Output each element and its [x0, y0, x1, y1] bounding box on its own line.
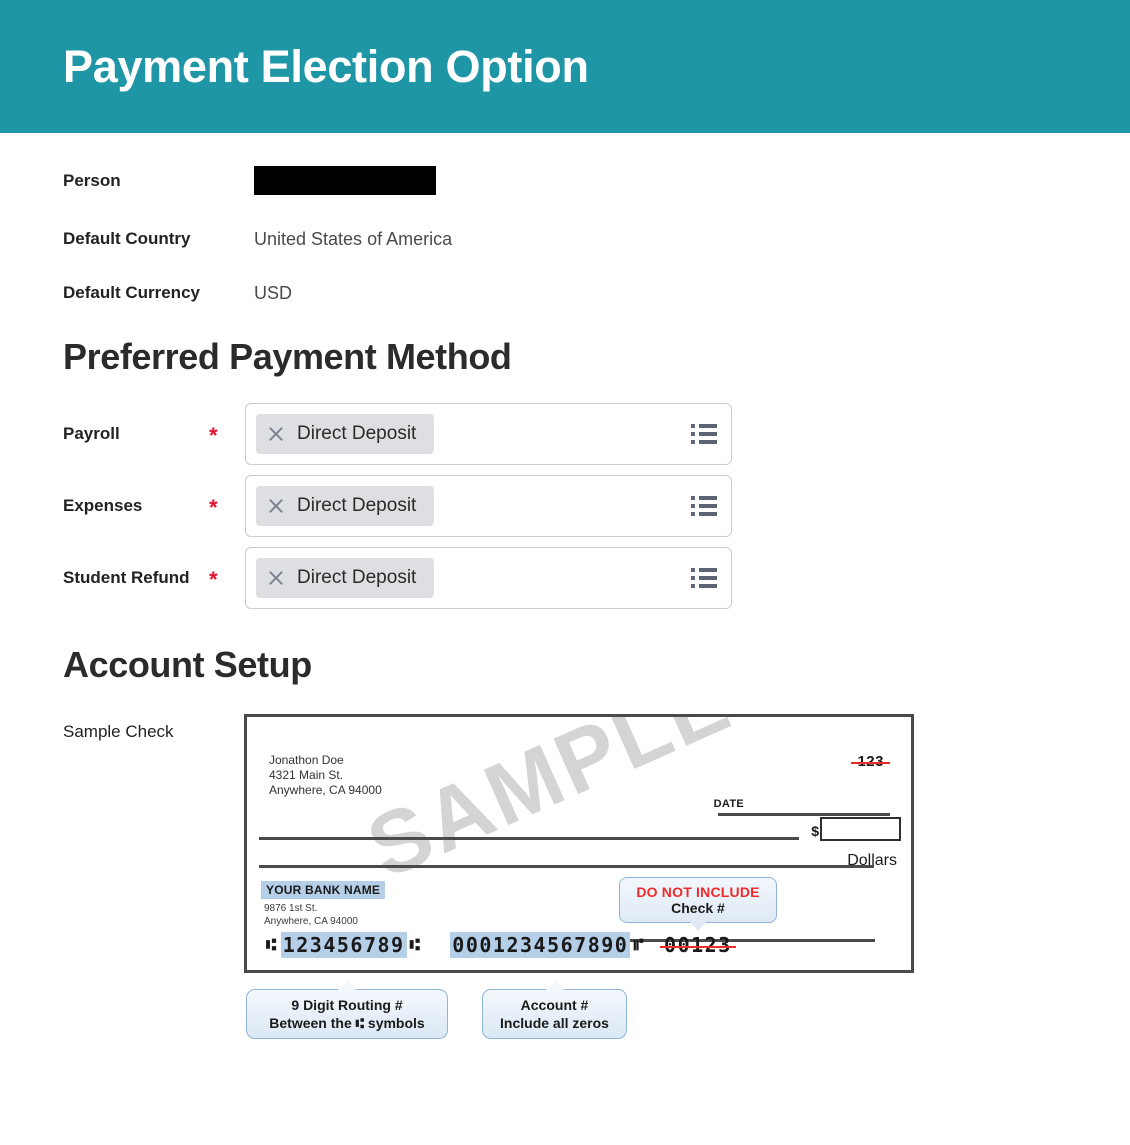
- info-value-default-country: United States of America: [254, 229, 453, 249]
- micr-account-number: 0001234567890: [450, 932, 631, 959]
- check-payee-line: [259, 837, 799, 841]
- required-asterisk-payroll: *: [209, 422, 218, 448]
- info-row-person: Person: [0, 166, 1130, 195]
- micr-onus-symbol: ⑈: [633, 935, 646, 956]
- check-dollar-sign: $: [811, 823, 819, 840]
- check-payer-address: Jonathon Doe 4321 Main St. Anywhere, CA …: [269, 753, 382, 798]
- list-prompt-icon[interactable]: [691, 423, 717, 444]
- chip-label-student-refund: Direct Deposit: [297, 566, 417, 588]
- list-prompt-icon[interactable]: [691, 567, 717, 588]
- check-bottom-callouts: 9 Digit Routing # Between the ⑆ symbols …: [244, 973, 914, 1053]
- info-label-default-currency: Default Currency: [63, 283, 200, 302]
- payment-method-field-student-refund[interactable]: Direct Deposit: [245, 546, 732, 609]
- chip-label-expenses: Direct Deposit: [297, 494, 417, 516]
- bank-street: 9876 1st St.: [264, 903, 318, 915]
- sample-check-wrapper: SAMPLE Jonathon Doe 4321 Main St. Anywhe…: [244, 714, 916, 1053]
- micr-transit-symbol-right: ⑆: [409, 935, 422, 956]
- close-icon[interactable]: [266, 496, 286, 516]
- check-amount-words-line: [259, 865, 874, 869]
- bank-city: Anywhere, CA 94000: [264, 916, 358, 928]
- callout-routing-number: 9 Digit Routing # Between the ⑆ symbols: [246, 981, 448, 1040]
- selected-value-chip-payroll[interactable]: Direct Deposit: [256, 413, 435, 454]
- check-bank-name: YOUR BANK NAME: [261, 881, 386, 900]
- check-micr-line: ⑆ 123456789 ⑆ 0001234567890 ⑈ 00123: [263, 932, 736, 959]
- sample-check-label: Sample Check: [63, 722, 174, 742]
- micr-transit-symbol-left: ⑆: [266, 935, 278, 956]
- callout-do-not-include-check-number: DO NOT INCLUDE Check #: [619, 877, 777, 932]
- selected-value-chip-student-refund[interactable]: Direct Deposit: [256, 557, 435, 598]
- payment-method-label-student-refund: Student Refund: [63, 567, 190, 587]
- info-label-person: Person: [63, 171, 121, 190]
- section-heading-account-setup: Account Setup: [63, 643, 312, 685]
- check-dollars-label: Dollars: [847, 852, 897, 870]
- info-row-default-currency: Default Currency USD: [0, 283, 1130, 303]
- page-header-banner: Payment Election Option: [0, 0, 1130, 133]
- callout-routing-line1: 9 Digit Routing #: [291, 997, 403, 1014]
- check-number-value: 123: [851, 753, 890, 770]
- payment-method-row-student-refund: Student Refund * Direct Deposit: [0, 546, 1130, 609]
- payer-name: Jonathon Doe: [269, 753, 344, 768]
- sample-check-row: Sample Check SAMPLE Jonathon Doe 4321 Ma…: [0, 714, 1130, 1053]
- payment-method-label-payroll: Payroll: [63, 423, 120, 443]
- chip-label-payroll: Direct Deposit: [297, 422, 417, 444]
- sample-watermark: SAMPLE: [353, 714, 746, 898]
- callout-account-line1: Account #: [520, 997, 589, 1014]
- check-date-label: DATE: [713, 798, 744, 811]
- payment-method-field-expenses[interactable]: Direct Deposit: [245, 474, 732, 537]
- required-asterisk-expenses: *: [209, 494, 218, 520]
- micr-check-number: 00123: [660, 933, 736, 957]
- selected-value-chip-expenses[interactable]: Direct Deposit: [256, 485, 435, 526]
- payment-method-row-payroll: Payroll * Direct Deposit: [0, 402, 1130, 465]
- close-icon[interactable]: [266, 424, 286, 444]
- check-number-top-right: 123: [851, 753, 890, 770]
- list-prompt-icon[interactable]: [691, 495, 717, 516]
- person-value-redacted: [254, 166, 436, 195]
- callout-account-line2: Include all zeros: [500, 1015, 609, 1032]
- payment-method-row-expenses: Expenses * Direct Deposit: [0, 474, 1130, 537]
- preferred-payment-method-block: Payroll * Direct Deposit Expenses * Dire…: [0, 402, 1130, 609]
- payer-street: 4321 Main St.: [269, 768, 344, 783]
- required-asterisk-student-refund: *: [209, 566, 218, 592]
- payment-method-label-expenses: Expenses: [63, 495, 143, 515]
- callout-check-number-text: Check #: [671, 900, 725, 917]
- callout-routing-line2: Between the ⑆ symbols: [269, 1015, 425, 1032]
- payer-city: Anywhere, CA 94000: [269, 783, 382, 798]
- callout-do-not-include-text: DO NOT INCLUDE: [636, 884, 760, 901]
- check-amount-box: [820, 817, 901, 842]
- page-title: Payment Election Option: [63, 41, 589, 92]
- person-info-block: Person Default Country United States of …: [0, 166, 1130, 303]
- check-bank-address: 9876 1st St. Anywhere, CA 94000: [264, 902, 358, 928]
- micr-routing-number: 123456789: [280, 932, 407, 959]
- info-label-default-country: Default Country: [63, 229, 191, 248]
- info-value-default-currency: USD: [254, 283, 293, 303]
- section-heading-preferred-payment-method: Preferred Payment Method: [63, 336, 512, 377]
- info-row-default-country: Default Country United States of America: [0, 229, 1130, 249]
- close-icon[interactable]: [266, 568, 286, 588]
- sample-check-image: SAMPLE Jonathon Doe 4321 Main St. Anywhe…: [244, 714, 914, 974]
- payment-method-field-payroll[interactable]: Direct Deposit: [245, 402, 732, 465]
- callout-account-number: Account # Include all zeros: [482, 981, 627, 1040]
- check-date-line: [718, 813, 890, 817]
